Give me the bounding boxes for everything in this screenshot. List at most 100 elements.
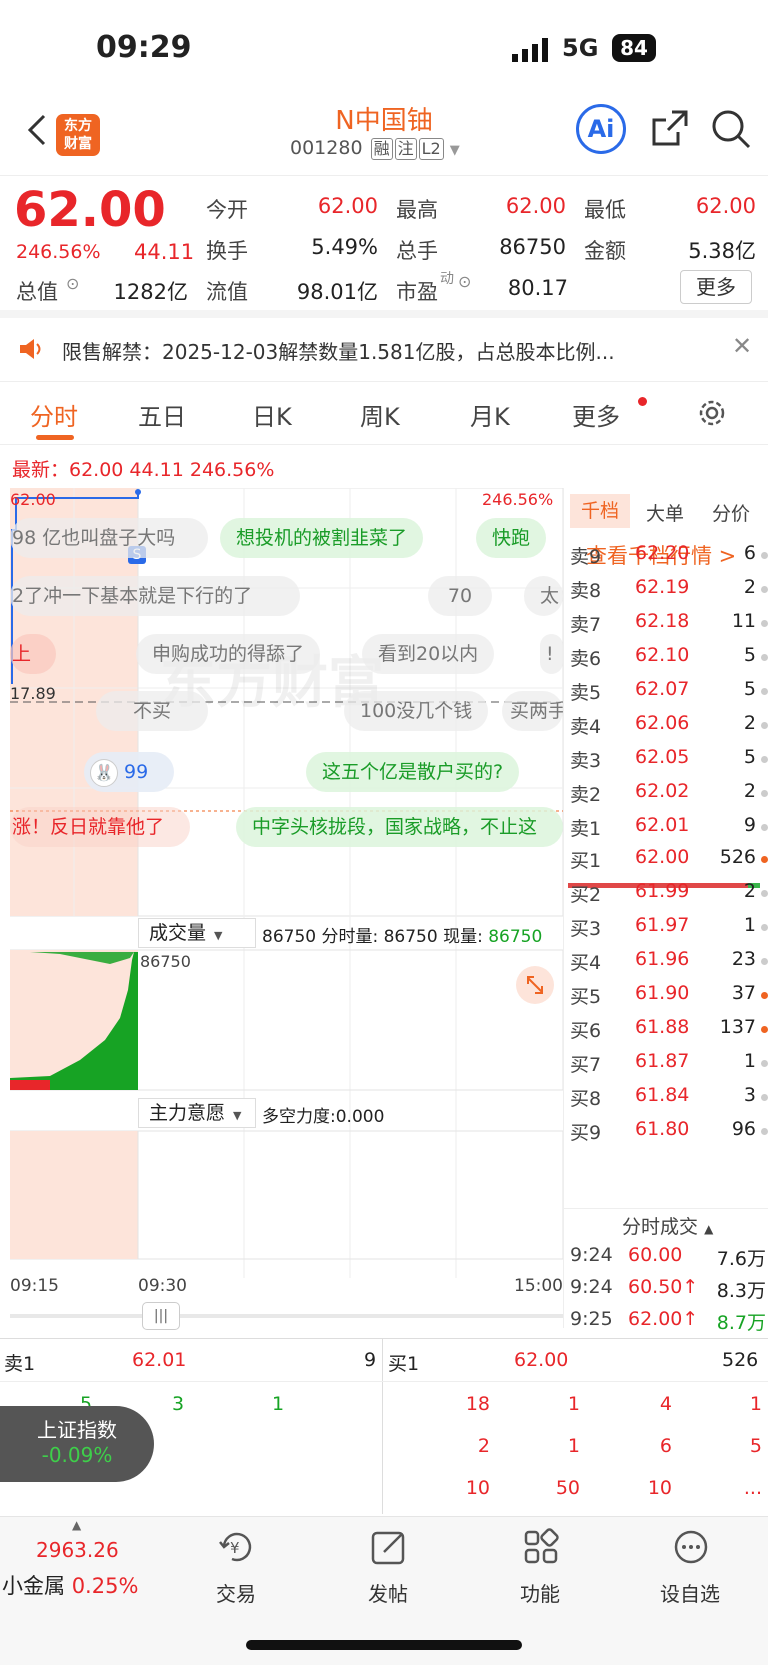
tab-large-orders[interactable]: 大单 <box>646 499 684 526</box>
tab-more[interactable]: 更多 <box>572 397 620 432</box>
pe-superscript: 动 <box>440 271 454 287</box>
sell-row[interactable]: 卖8 62.19 2 <box>570 576 768 610</box>
tab-5day[interactable]: 五日 <box>138 397 186 432</box>
dot-icon <box>761 654 768 661</box>
time-start: 09:15 <box>10 1276 59 1296</box>
time-scrollbar[interactable] <box>10 1314 563 1318</box>
level-volume: 5 <box>743 678 756 700</box>
level-volume: 526 <box>719 846 756 868</box>
scroll-handle[interactable]: ||| <box>142 1302 180 1330</box>
comment-bubble[interactable]: 想投机的被割韭菜了 <box>220 518 424 558</box>
toolbar-function[interactable]: 功能 <box>490 1578 590 1607</box>
back-icon[interactable] <box>22 110 52 150</box>
ai-icon[interactable]: Ai <box>576 104 626 154</box>
queue-num: 4 <box>659 1393 672 1415</box>
comment-bubble[interactable]: 涨！反日就靠他了 <box>10 807 190 847</box>
more-button[interactable]: 更多 <box>680 270 752 304</box>
buy-row[interactable]: 买1 62.00 526 <box>570 846 768 880</box>
comment-bubble[interactable]: 上 <box>10 634 56 674</box>
comment-bubble[interactable]: 看到20以内 <box>362 634 495 674</box>
field-label: 市盈 <box>396 280 438 304</box>
home-indicator[interactable] <box>246 1640 522 1650</box>
level-volume: 137 <box>719 1016 756 1038</box>
dropdown-icon: ▼ <box>233 1109 242 1122</box>
price-axis-top: 62.00 <box>10 490 56 509</box>
field-label: 金额 <box>584 239 626 263</box>
toolbar-post[interactable]: 发帖 <box>338 1578 438 1607</box>
field-value: 80.17 <box>507 276 568 300</box>
app-logo[interactable]: 东方 财富 <box>56 114 100 156</box>
stock-name: N中国铀 <box>335 106 433 136</box>
trades-title[interactable]: 分时成交 ▲ <box>622 1212 713 1239</box>
comment-bubble[interactable]: 70 <box>428 576 492 616</box>
buy-row[interactable]: 买4 61.96 23 <box>570 948 768 982</box>
change-amount: 44.11 <box>134 240 195 264</box>
tab-weekly[interactable]: 周K <box>360 397 400 432</box>
sell-row[interactable]: 卖9 62.20 6 <box>570 542 768 576</box>
volume-axis-max: 86750 <box>140 952 191 971</box>
sector-value[interactable]: 2963.26 <box>36 1538 119 1562</box>
comment-bubble[interactable]: 这五个亿是散户买的? <box>306 752 520 792</box>
settings-icon[interactable] <box>696 397 728 429</box>
close-icon[interactable]: ✕ <box>732 332 752 360</box>
sell-row[interactable]: 卖4 62.06 2 <box>570 712 768 746</box>
sell-row[interactable]: 卖5 62.07 5 <box>570 678 768 712</box>
comment-bubble[interactable]: 买两手 <box>502 691 563 731</box>
function-icon <box>522 1528 560 1566</box>
sector-row[interactable]: 小金属 0.25% <box>2 1570 138 1600</box>
info-icon[interactable]: ⊙ <box>66 274 79 293</box>
level-volume: 23 <box>731 948 756 970</box>
buy-row[interactable]: 买2 61.99 2 <box>570 880 768 914</box>
comment-bubble[interactable]: ! <box>540 634 563 674</box>
sell-row[interactable]: 卖7 62.18 11 <box>570 610 768 644</box>
level-volume: 11 <box>731 610 756 632</box>
buy-row[interactable]: 买7 61.87 1 <box>570 1050 768 1084</box>
tab-daily[interactable]: 日K <box>252 397 292 432</box>
level-volume: 5 <box>743 746 756 768</box>
sell-row[interactable]: 卖3 62.05 5 <box>570 746 768 780</box>
last-price: 62.00 <box>14 182 166 238</box>
sell-row[interactable]: 卖2 62.02 2 <box>570 780 768 814</box>
comment-bubble[interactable]: 🐰 99 <box>84 752 174 792</box>
comment-bubble[interactable]: 快跑 <box>476 518 547 558</box>
comment-bubble[interactable]: 98 亿也叫盘子大吗 <box>10 518 208 558</box>
post-icon <box>370 1528 408 1566</box>
level-label: 买4 <box>570 952 602 974</box>
buy-row[interactable]: 买6 61.88 137 <box>570 1016 768 1050</box>
sell-row[interactable]: 卖6 62.10 5 <box>570 644 768 678</box>
tab-depth[interactable]: 千档 <box>570 494 630 528</box>
trade-icon: ¥ <box>218 1528 256 1566</box>
search-icon[interactable] <box>710 108 752 150</box>
comment-bubble[interactable]: 2了冲一下基本就是下行的了 <box>10 576 300 616</box>
field-value: 62.00 <box>317 194 378 218</box>
info-icon[interactable]: ⊙ <box>458 272 471 291</box>
tab-price-dist[interactable]: 分价 <box>712 499 750 526</box>
toolbar-trade[interactable]: 交易 <box>186 1578 286 1607</box>
comment-bubble[interactable]: 中字头核拢段，国家战略，不止这 <box>236 807 563 847</box>
tab-monthly[interactable]: 月K <box>470 397 510 432</box>
tab-intraday[interactable]: 分时 <box>30 397 78 432</box>
comment-bubble[interactable]: 不买 <box>96 691 208 731</box>
share-icon[interactable] <box>650 108 690 148</box>
comment-bubble[interactable]: 100没几个钱 <box>344 691 489 731</box>
level-price: 62.06 <box>635 712 690 734</box>
stock-code-row[interactable]: 001280 融注 L2 ▼ <box>290 137 460 160</box>
notice-bar[interactable]: 限售解禁：2025-12-03解禁数量1.581亿股，占总股本比例... ✕ <box>0 318 768 382</box>
buy-row[interactable]: 买3 61.97 1 <box>570 914 768 948</box>
comment-bubble[interactable]: 太 <box>524 576 563 616</box>
level-label: 卖4 <box>570 716 602 738</box>
sell-row[interactable]: 卖1 62.01 9 <box>570 814 768 848</box>
comment-bubble[interactable]: 申购成功的得舔了 <box>136 634 321 674</box>
volume-selector[interactable]: 成交量 ▼ <box>138 918 256 948</box>
trade-volume: 7.6万 <box>716 1248 766 1270</box>
dot-icon <box>761 1026 768 1033</box>
intraday-chart[interactable]: 东方财富 62.00 246.56% 17.89 S 98 亿也叫盘子大吗 想投… <box>10 488 563 1296</box>
indicator-selector[interactable]: 主力意愿 ▼ <box>138 1098 256 1128</box>
buy-row[interactable]: 买8 61.84 3 <box>570 1084 768 1118</box>
buy-row[interactable]: 买5 61.90 37 <box>570 982 768 1016</box>
index-float[interactable]: 上证指数 -0.09% <box>0 1406 154 1482</box>
toolbar-add-watchlist[interactable]: 设自选 <box>640 1578 740 1607</box>
buy-row[interactable]: 买9 61.80 96 <box>570 1118 768 1152</box>
expand-icon[interactable] <box>516 966 554 1004</box>
queue-num: 1 <box>567 1393 580 1415</box>
